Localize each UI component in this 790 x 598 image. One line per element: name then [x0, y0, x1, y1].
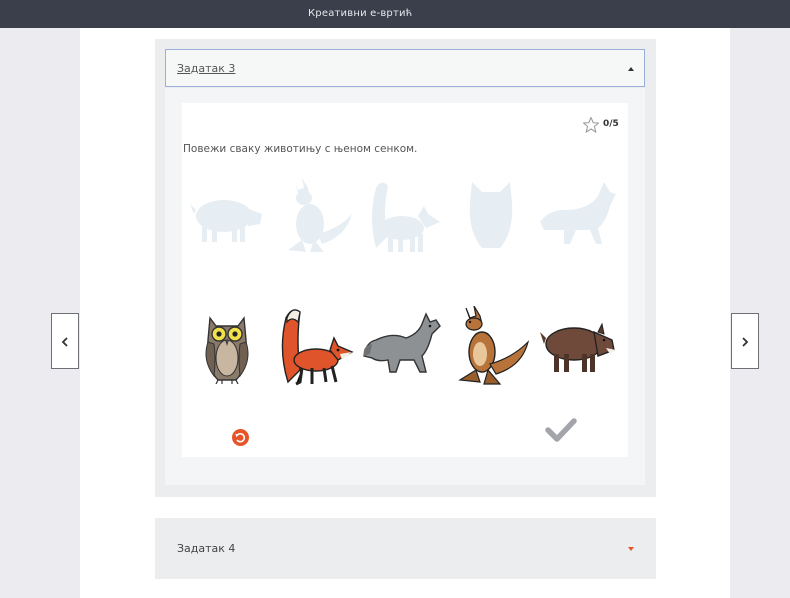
task-3-title[interactable]: Задатак 3	[177, 62, 235, 75]
boar-shadow[interactable]	[190, 190, 266, 246]
star-outline-icon	[582, 116, 600, 133]
kangaroo[interactable]	[456, 306, 530, 386]
caret-up-icon[interactable]	[628, 67, 634, 71]
reset-button[interactable]	[232, 429, 249, 446]
fox[interactable]	[278, 306, 354, 386]
wolf[interactable]	[362, 310, 442, 376]
fox-shadow[interactable]	[366, 178, 442, 254]
reset-icon	[235, 432, 246, 443]
chevron-right-icon	[742, 337, 749, 347]
chevron-left-icon	[61, 337, 68, 347]
top-bar: Креативни е-вртић	[0, 0, 790, 28]
owl-shadow[interactable]	[466, 182, 516, 252]
next-button[interactable]	[731, 313, 759, 369]
prev-button[interactable]	[51, 313, 79, 369]
caret-down-icon[interactable]	[628, 547, 634, 551]
task-area	[182, 103, 628, 457]
task-3-accordion-header[interactable]: Задатак 3	[165, 49, 645, 87]
wolf-shadow[interactable]	[540, 182, 618, 246]
kangaroo-shadow[interactable]	[280, 178, 354, 254]
checkmark-icon[interactable]	[545, 418, 577, 442]
task-4-title[interactable]: Задатак 4	[177, 542, 235, 555]
owl[interactable]	[202, 310, 252, 384]
boar[interactable]	[540, 320, 618, 376]
task-4-accordion-header[interactable]: Задатак 4	[155, 518, 656, 579]
task-instruction: Повежи сваку животињу с њеном сенком.	[183, 143, 418, 155]
app-title: Креативни е-вртић	[308, 8, 413, 19]
score-text: 0/5	[603, 119, 619, 129]
